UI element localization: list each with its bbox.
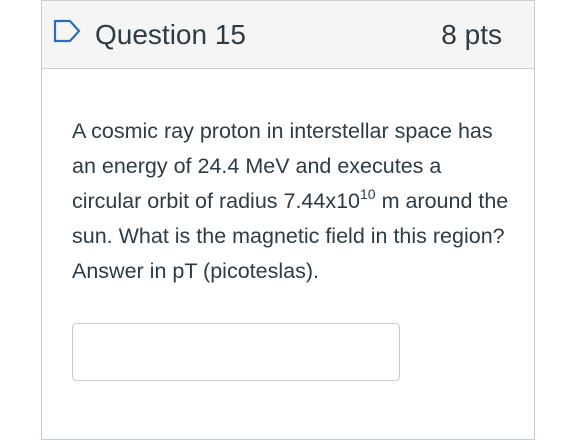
question-header: Question 15 8 pts (42, 1, 534, 69)
question-text-exponent: 10 (360, 185, 376, 202)
answer-input[interactable] (72, 323, 400, 381)
question-card: Question 15 8 pts A cosmic ray proton in… (41, 0, 535, 440)
flag-question-icon[interactable] (52, 18, 82, 44)
question-text: A cosmic ray proton in interstellar spac… (72, 114, 512, 289)
question-points: 8 pts (441, 19, 502, 50)
question-title: Question 15 (95, 19, 246, 50)
